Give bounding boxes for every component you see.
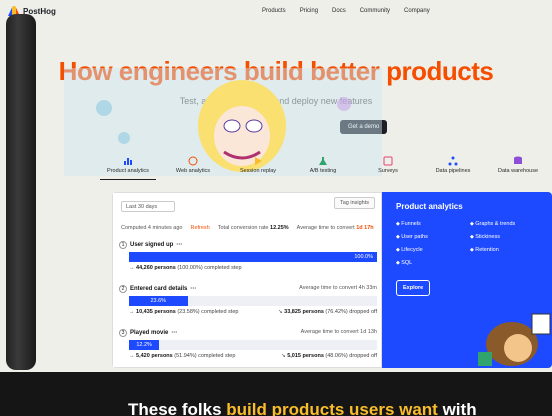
hedgehog-mascot-icon xyxy=(478,313,551,366)
survey-icon xyxy=(383,156,393,166)
feature-stickiness[interactable]: Stickiness xyxy=(470,234,544,240)
tab-data-warehouse[interactable]: Data warehouse xyxy=(490,156,546,180)
step-name: Entered card details xyxy=(130,286,188,292)
feature-lifecycle[interactable]: Lifecycle xyxy=(396,247,470,253)
date-range-select[interactable]: Last 30 days xyxy=(121,201,175,212)
funnel-step: 2 Entered card details ··· Average time to… xyxy=(119,285,381,315)
nav-company[interactable]: Company xyxy=(404,8,430,14)
dropped-stat: ↘ 33,825 persons (76.42%) dropped off xyxy=(278,309,377,315)
product-demo-panel: Last 30 days Tag insights Computed 4 min… xyxy=(112,192,552,368)
step-bar[interactable]: 100.0% xyxy=(129,252,377,262)
globe-icon xyxy=(188,156,198,166)
pipeline-icon xyxy=(448,156,458,166)
play-icon xyxy=(255,157,262,165)
flask-icon xyxy=(319,157,327,165)
nav-pricing[interactable]: Pricing xyxy=(300,8,318,14)
completed-stat: → 5,420 persons (51.94%) completed step xyxy=(129,353,236,359)
completed-stat: → 10,435 persons (23.58%) completed step xyxy=(129,309,239,315)
step-bar[interactable]: 12.2% xyxy=(129,340,377,350)
dropped-stat: ↘ 5,015 persons (48.06%) dropped off xyxy=(281,353,377,359)
explore-button[interactable]: Explore xyxy=(396,280,431,296)
product-tabs: Product analytics Web analytics Session … xyxy=(100,156,552,180)
feature-funnels[interactable]: Funnels xyxy=(396,221,470,227)
nav-products[interactable]: Products xyxy=(262,8,286,14)
completed-stat: → 44,260 persons (100.00%) completed ste… xyxy=(129,265,242,271)
tab-ab-testing[interactable]: A/B testing xyxy=(295,156,351,180)
feature-sql[interactable]: SQL xyxy=(396,260,470,266)
nav-links: Products Pricing Docs Community Company xyxy=(262,8,430,14)
feature-graphs[interactable]: Graphs & trends xyxy=(470,221,544,227)
funnel-step: 1 User signed up ··· 100.0% → 44,260 pers… xyxy=(119,241,381,271)
tab-session-replay[interactable]: Session replay xyxy=(230,156,286,180)
avg-time-step: Average time to convert 4h 33m xyxy=(299,285,377,291)
banner-heading: These folks build products users want wi… xyxy=(128,400,477,416)
feature-user-paths[interactable]: User paths xyxy=(396,234,470,240)
top-nav: PostHog Products Pricing Docs Community … xyxy=(0,0,552,24)
product-card-title: Product analytics xyxy=(396,202,463,211)
customer-banner: These folks build products users want wi… xyxy=(0,372,552,416)
computed-label: Computed 4 minutes ago xyxy=(121,225,183,231)
tab-product-analytics[interactable]: Product analytics xyxy=(100,156,156,180)
conversion-rate: Total conversion rate 12.25% xyxy=(217,225,289,231)
foreground-pole xyxy=(6,14,36,370)
step-name: Played movie xyxy=(130,330,169,336)
database-icon xyxy=(514,156,522,164)
funnel-step: 3 Played movie ··· Average time to convert… xyxy=(119,329,381,359)
feature-list: Funnels Graphs & trends User paths Stick… xyxy=(396,221,538,266)
tab-web-analytics[interactable]: Web analytics xyxy=(165,156,221,180)
bar-chart-icon xyxy=(124,158,132,165)
nav-community[interactable]: Community xyxy=(360,8,390,14)
avg-time: Average time to convert 1d 17h xyxy=(296,225,374,231)
step-bar[interactable]: 23.6% xyxy=(129,296,377,306)
refresh-link[interactable]: Refresh xyxy=(190,225,209,231)
tab-data-pipelines[interactable]: Data pipelines xyxy=(425,156,481,180)
step-name: User signed up xyxy=(130,242,174,248)
product-analytics-card: Product analytics Funnels Graphs & trend… xyxy=(382,192,552,368)
funnel-meta: Computed 4 minutes ago Refresh Total con… xyxy=(121,225,381,231)
feature-retention[interactable]: Retention xyxy=(470,247,544,253)
avg-time-step: Average time to convert 1d 13h xyxy=(300,329,377,335)
export-button[interactable]: Tag insights xyxy=(333,197,375,209)
funnel-card-header: Last 30 days Tag insights xyxy=(113,193,381,223)
funnel-card: Last 30 days Tag insights Computed 4 min… xyxy=(112,192,382,368)
tab-surveys[interactable]: Surveys xyxy=(360,156,416,180)
nav-docs[interactable]: Docs xyxy=(332,8,346,14)
